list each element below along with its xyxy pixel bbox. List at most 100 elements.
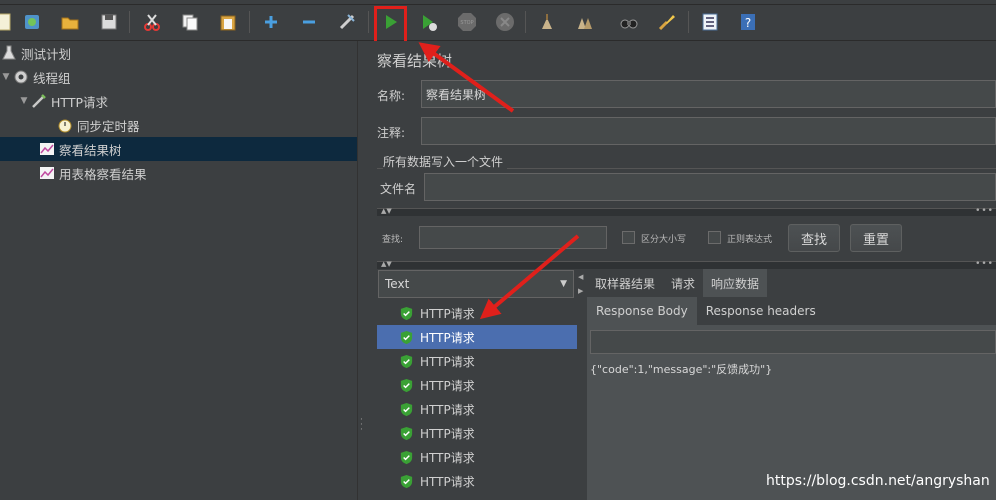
copy-icon[interactable] (178, 10, 202, 34)
renderer-select-value: Text (385, 277, 410, 291)
expand-icon[interactable] (259, 10, 283, 34)
toolbar: STOP ? (0, 5, 996, 50)
function-helper-icon[interactable] (698, 10, 722, 34)
search-input[interactable] (419, 226, 607, 249)
name-field[interactable] (421, 80, 996, 108)
tree-item-view-results-tree[interactable]: 察看结果树 (0, 137, 357, 161)
collapse-arrow-icon[interactable]: ▼ (0, 72, 12, 82)
tree-item-label: 同步定时器 (77, 118, 140, 134)
right-arrow-icon[interactable]: ▶ (578, 287, 583, 295)
pipette-icon (30, 92, 48, 110)
toolbar-separator (129, 11, 130, 33)
chart-icon (38, 140, 56, 158)
comment-field[interactable] (421, 117, 996, 145)
chart-icon (38, 164, 56, 182)
results-splitter[interactable]: ◀ ▶ (577, 267, 585, 500)
list-item[interactable]: HTTP请求 (377, 421, 577, 445)
list-item-label: HTTP请求 (420, 306, 475, 321)
renderer-select[interactable]: Text ▼ (378, 270, 574, 298)
toolbar-separator (688, 11, 689, 33)
test-plan-tree: 测试计划 ▼ 线程组 ▼ HTTP请求 同步定时器 察看结果树 用表格察看结果 (0, 41, 357, 500)
start-no-pauses-icon[interactable] (417, 10, 441, 34)
watermark: https://blog.csdn.net/angryshan (766, 473, 990, 489)
list-item-label: HTTP请求 (420, 330, 475, 345)
list-item[interactable]: HTTP请求 (377, 301, 577, 325)
shutdown-icon[interactable] (493, 10, 517, 34)
response-search-field[interactable] (590, 330, 996, 354)
tree-item-test-plan[interactable]: 测试计划 (0, 41, 357, 65)
collapse-icon[interactable] (297, 10, 321, 34)
case-sensitive-checkbox[interactable] (622, 231, 635, 244)
tree-item-label: 用表格察看结果 (59, 166, 147, 182)
list-item[interactable]: HTTP请求 (377, 373, 577, 397)
collapse-divider[interactable]: ▲▼ ••• (377, 259, 996, 269)
success-shield-icon (400, 378, 413, 392)
results-tree-panel: 察看结果树 名称: 注释: 所有数据写入一个文件 文件名 ▲▼ ••• 查找: … (366, 41, 996, 500)
clear-icon[interactable] (535, 10, 559, 34)
gear-icon (12, 68, 30, 86)
collapse-arrows-icon[interactable]: ▲▼ (381, 207, 392, 215)
cut-icon[interactable] (140, 10, 164, 34)
clear-all-icon[interactable] (573, 10, 597, 34)
tree-item-label: 察看结果树 (59, 142, 122, 158)
toggle-icon[interactable] (335, 10, 359, 34)
stop-icon[interactable]: STOP (455, 10, 479, 34)
tab-response-body[interactable]: Response Body (587, 297, 697, 325)
paste-icon[interactable] (216, 10, 240, 34)
success-shield-icon (400, 306, 413, 320)
regex-checkbox[interactable] (708, 231, 721, 244)
splitter-grip[interactable]: · · · (360, 416, 363, 435)
svg-text:STOP: STOP (460, 20, 473, 26)
list-item[interactable]: HTTP请求 (377, 325, 577, 349)
success-shield-icon (400, 354, 413, 368)
list-item[interactable]: HTTP请求 (377, 469, 577, 493)
toolbar-separator (525, 11, 526, 33)
page-title: 察看结果树 (377, 52, 453, 70)
left-arrow-icon[interactable]: ◀ (578, 273, 583, 281)
list-item[interactable]: HTTP请求 (377, 349, 577, 373)
save-icon[interactable] (97, 10, 121, 34)
help-icon[interactable]: ? (736, 10, 760, 34)
grip-icon: ••• (975, 259, 994, 269)
list-item-label: HTTP请求 (420, 426, 475, 441)
list-item[interactable]: HTTP请求 (377, 397, 577, 421)
success-shield-icon (400, 402, 413, 416)
tree-item-thread-group[interactable]: ▼ 线程组 (0, 65, 357, 89)
chevron-down-icon: ▼ (560, 279, 567, 289)
collapse-arrow-icon[interactable]: ▼ (18, 96, 30, 106)
name-label: 名称: (377, 89, 406, 103)
reset-button[interactable]: 重置 (850, 224, 902, 252)
list-item-label: HTTP请求 (420, 378, 475, 393)
tab-request[interactable]: 请求 (663, 269, 703, 297)
filename-label: 文件名 (380, 182, 417, 196)
templates-icon[interactable] (20, 10, 44, 34)
open-icon[interactable] (58, 10, 82, 34)
collapse-arrows-icon[interactable]: ▲▼ (381, 260, 392, 268)
tree-item-view-results-table[interactable]: 用表格察看结果 (0, 161, 357, 185)
tree-item-sync-timer[interactable]: 同步定时器 (0, 113, 357, 137)
tab-response-headers[interactable]: Response headers (697, 297, 825, 325)
search-icon[interactable] (617, 10, 641, 34)
tree-item-http-request[interactable]: ▼ HTTP请求 (0, 89, 357, 113)
tree-item-label: 线程组 (33, 70, 71, 86)
new-icon[interactable] (0, 10, 16, 34)
filename-field[interactable] (424, 173, 996, 201)
response-body-text[interactable]: {"code":1,"message":"反馈成功"} (590, 361, 772, 377)
stopwatch-icon (56, 116, 74, 134)
toolbar-separator (249, 11, 250, 33)
find-button[interactable]: 查找 (788, 224, 840, 252)
list-item-label: HTTP请求 (420, 450, 475, 465)
success-shield-icon (400, 426, 413, 440)
reset-search-icon[interactable] (655, 10, 679, 34)
toolbar-separator (368, 11, 369, 33)
list-item-label: HTTP请求 (420, 354, 475, 369)
sample-results-list: HTTP请求 HTTP请求 HTTP请求 HTTP请求 HTTP请求 HTTP请… (377, 301, 577, 500)
collapse-divider[interactable]: ▲▼ ••• (377, 206, 996, 216)
grip-icon: ••• (975, 206, 994, 216)
success-shield-icon (400, 330, 413, 344)
search-label: 查找: (382, 235, 404, 245)
list-item[interactable]: HTTP请求 (377, 445, 577, 469)
tab-response-data[interactable]: 响应数据 (703, 269, 768, 297)
tab-sampler-result[interactable]: 取样器结果 (587, 269, 663, 297)
success-shield-icon (400, 474, 413, 488)
